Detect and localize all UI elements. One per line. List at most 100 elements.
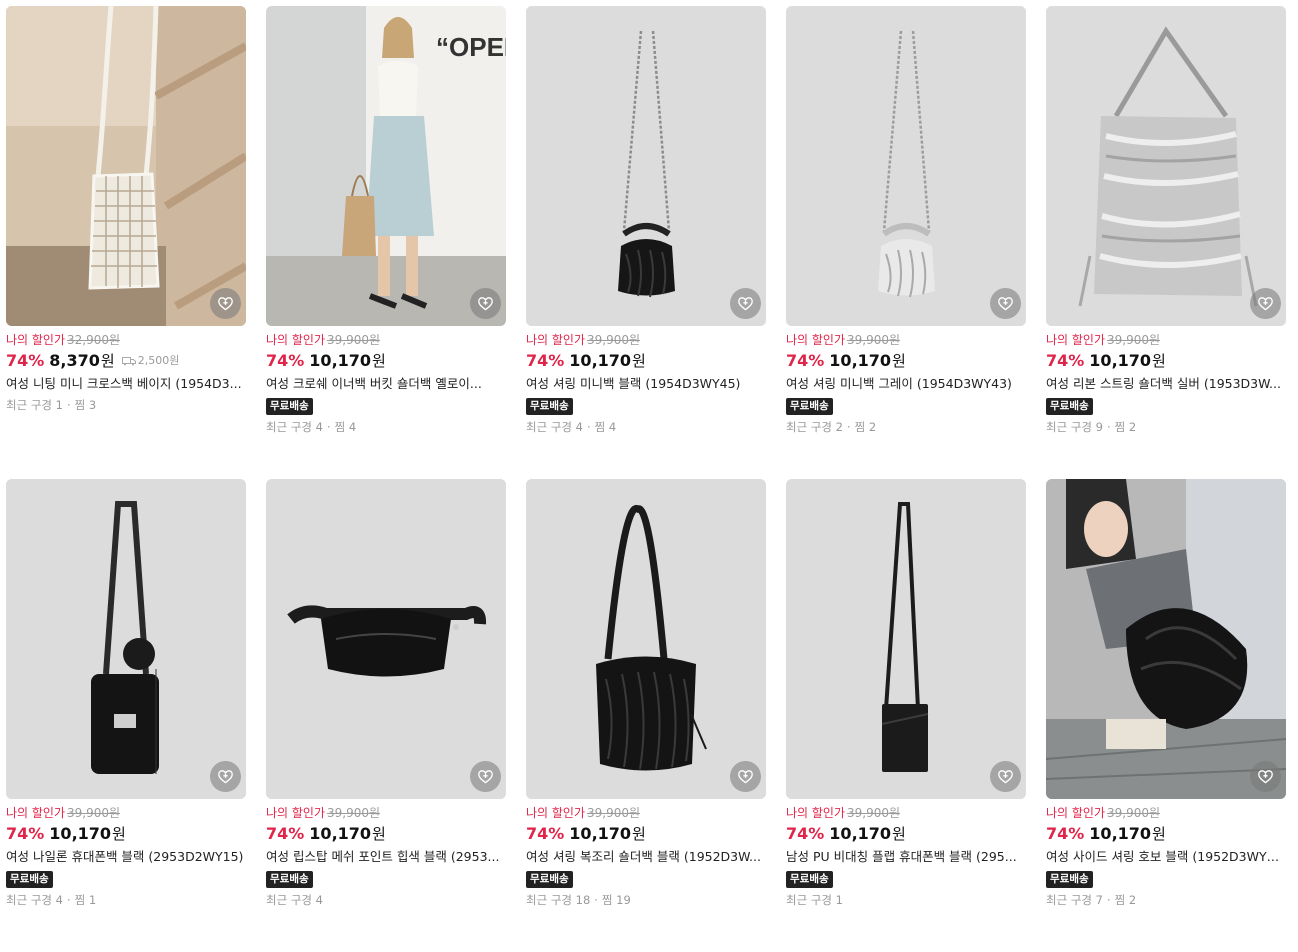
product-card-6[interactable]: 나의 할인가 39,900원 74% 10,170 원 여성 나일론 휴대폰백 블랙… (6, 479, 246, 952)
product-name[interactable]: 여성 크로쉐 이너백 버킷 숄더백 옐로이... (266, 375, 506, 393)
like-button[interactable] (210, 761, 241, 792)
recent-views: 최근 구경 18 (526, 893, 591, 907)
like-button[interactable] (990, 288, 1021, 319)
discount-line: 나의 할인가 39,900원 (786, 805, 1026, 821)
like-button[interactable] (1250, 761, 1281, 792)
product-name[interactable]: 여성 사이드 셔링 호보 블랙 (1952D3WYD5) (1046, 848, 1286, 866)
discount-line: 나의 할인가 39,900원 (786, 332, 1026, 348)
discount-line: 나의 할인가 39,900원 (1046, 805, 1286, 821)
product-card-4[interactable]: 나의 할인가 39,900원 74% 10,170 원 여성 셔링 미니백 그레이 … (786, 6, 1026, 479)
heart-plus-icon (218, 297, 233, 311)
free-shipping-badge: 무료배송 (6, 871, 53, 888)
separator-dot: · (66, 893, 71, 907)
original-price: 39,900원 (1107, 806, 1161, 820)
discount-rate: 74% (526, 824, 565, 843)
my-discount-label: 나의 할인가 (1046, 333, 1106, 347)
like-count: 찜 19 (601, 893, 631, 907)
discount-line: 나의 할인가 39,900원 (1046, 332, 1286, 348)
product-name[interactable]: 여성 나일론 휴대폰백 블랙 (2953D2WY15) (6, 848, 246, 866)
product-card-8[interactable]: 나의 할인가 39,900원 74% 10,170 원 여성 셔링 복조리 숄더백 … (526, 479, 766, 952)
product-meta: 최근 구경 4 · 찜 4 (526, 420, 766, 435)
shipping-fee-value: 2,500원 (137, 354, 180, 367)
currency-unit: 원 (892, 352, 906, 370)
price-line: 74% 10,170 원 (1046, 351, 1286, 371)
product-info: 나의 할인가 39,900원 74% 10,170 원 여성 셔링 미니백 그레이 … (786, 326, 1026, 435)
product-image[interactable] (526, 479, 766, 799)
free-shipping-badge: 무료배송 (786, 398, 833, 415)
shipping-fee: 2,500원 (121, 351, 180, 371)
currency-unit: 원 (1152, 352, 1166, 370)
product-image[interactable] (526, 6, 766, 326)
like-button[interactable] (990, 761, 1021, 792)
product-image[interactable] (1046, 6, 1286, 326)
recent-views: 최근 구경 2 (786, 420, 843, 434)
product-meta: 최근 구경 1 · 찜 3 (6, 398, 246, 413)
product-card-2[interactable]: “OPEN 나의 할인가39,900원 74% 10,170원 (266, 6, 506, 479)
product-meta: 최근 구경 7 · 찜 2 (1046, 893, 1286, 908)
model-hobo-bag-image (1046, 479, 1286, 799)
product-info: 나의 할인가 39,900원 74% 10,170 원 여성 리본 스트링 숄더백 … (1046, 326, 1286, 435)
product-image[interactable] (786, 479, 1026, 799)
product-name[interactable]: 여성 셔링 미니백 블랙 (1954D3WY45) (526, 375, 766, 393)
product-name[interactable]: 여성 리본 스트링 숄더백 실버 (1953D3W... (1046, 375, 1286, 393)
black-hip-sack-image (266, 479, 506, 799)
like-count: 찜 4 (594, 420, 617, 434)
sale-price: 10,170 (49, 824, 112, 843)
recent-views: 최근 구경 4 (266, 893, 323, 907)
currency-unit: 원 (112, 825, 126, 843)
sale-price: 10,170 (569, 351, 632, 370)
product-image[interactable] (786, 6, 1026, 326)
product-card-1[interactable]: 나의 할인가 32,900원 74% 8,370 원 2,500원 여성 니팅 미니… (6, 6, 246, 479)
product-image[interactable] (1046, 479, 1286, 799)
sale-price: 10,170 (1089, 351, 1152, 370)
product-image[interactable] (6, 6, 246, 326)
my-discount-label: 나의 할인가 (786, 806, 846, 820)
currency-unit: 원 (892, 825, 906, 843)
product-info: 나의 할인가 39,900원 74% 10,170 원 여성 사이드 셔링 호보 블… (1046, 799, 1286, 908)
recent-views: 최근 구경 9 (1046, 420, 1103, 434)
like-count: 찜 1 (74, 893, 97, 907)
knit-mesh-bag-image (6, 6, 246, 326)
like-button[interactable] (210, 288, 241, 319)
sale-price: 8,370 (49, 351, 100, 370)
product-card-3[interactable]: 나의 할인가 39,900원 74% 10,170 원 여성 셔링 미니백 블랙 (… (526, 6, 766, 479)
discount-line: 나의 할인가 39,900원 (526, 805, 766, 821)
like-button[interactable] (730, 288, 761, 319)
product-name[interactable]: 여성 립스탑 메쉬 포인트 힙색 블랙 (2953... (266, 848, 506, 866)
product-card-9[interactable]: 나의 할인가 39,900원 74% 10,170 원 남성 PU 비대칭 플랩 휴… (786, 479, 1026, 952)
product-image[interactable] (266, 479, 506, 799)
like-button[interactable] (1250, 288, 1281, 319)
like-button[interactable] (470, 761, 501, 792)
like-count: 찜 2 (1114, 420, 1137, 434)
black-phone-bag-image (6, 479, 246, 799)
product-image[interactable]: “OPEN (266, 6, 506, 326)
price-line: 74% 10,170 원 (526, 351, 766, 371)
product-card-5[interactable]: 나의 할인가 39,900원 74% 10,170 원 여성 리본 스트링 숄더백 … (1046, 6, 1286, 479)
product-name[interactable]: 여성 셔링 복조리 숄더백 블랙 (1952D3W... (526, 848, 766, 866)
black-mini-bag-image (526, 6, 766, 326)
discount-rate: 74% (266, 351, 305, 370)
currency-unit: 원 (632, 352, 646, 370)
discount-rate: 74% (6, 824, 45, 843)
separator-dot: · (1106, 893, 1111, 907)
product-info: 나의 할인가 39,900원 74% 10,170 원 여성 립스탑 메쉬 포인트 … (266, 799, 506, 908)
currency-unit: 원 (632, 825, 646, 843)
product-name[interactable]: 여성 셔링 미니백 그레이 (1954D3WY43) (786, 375, 1026, 393)
silver-shoulder-bag-image (1046, 6, 1286, 326)
product-meta: 최근 구경 18 · 찜 19 (526, 893, 766, 908)
heart-plus-icon (998, 770, 1013, 784)
separator-dot: · (66, 398, 71, 412)
my-discount-label: 나의 할인가 (6, 333, 66, 347)
original-price: 39,900원 (847, 806, 901, 820)
like-button[interactable] (470, 288, 501, 319)
price-line: 74% 10,170 원 (6, 824, 246, 844)
sale-price: 10,170 (829, 824, 892, 843)
original-price: 39,900원 (847, 333, 901, 347)
product-name[interactable]: 여성 니팅 미니 크로스백 베이지 (1954D3... (6, 375, 246, 393)
product-card-10[interactable]: 나의 할인가 39,900원 74% 10,170 원 여성 사이드 셔링 호보 블… (1046, 479, 1286, 952)
like-button[interactable] (730, 761, 761, 792)
product-name[interactable]: 남성 PU 비대칭 플랩 휴대폰백 블랙 (295... (786, 848, 1026, 866)
product-card-7[interactable]: 나의 할인가 39,900원 74% 10,170 원 여성 립스탑 메쉬 포인트 … (266, 479, 506, 952)
free-shipping-badge: 무료배송 (786, 871, 833, 888)
product-image[interactable] (6, 479, 246, 799)
